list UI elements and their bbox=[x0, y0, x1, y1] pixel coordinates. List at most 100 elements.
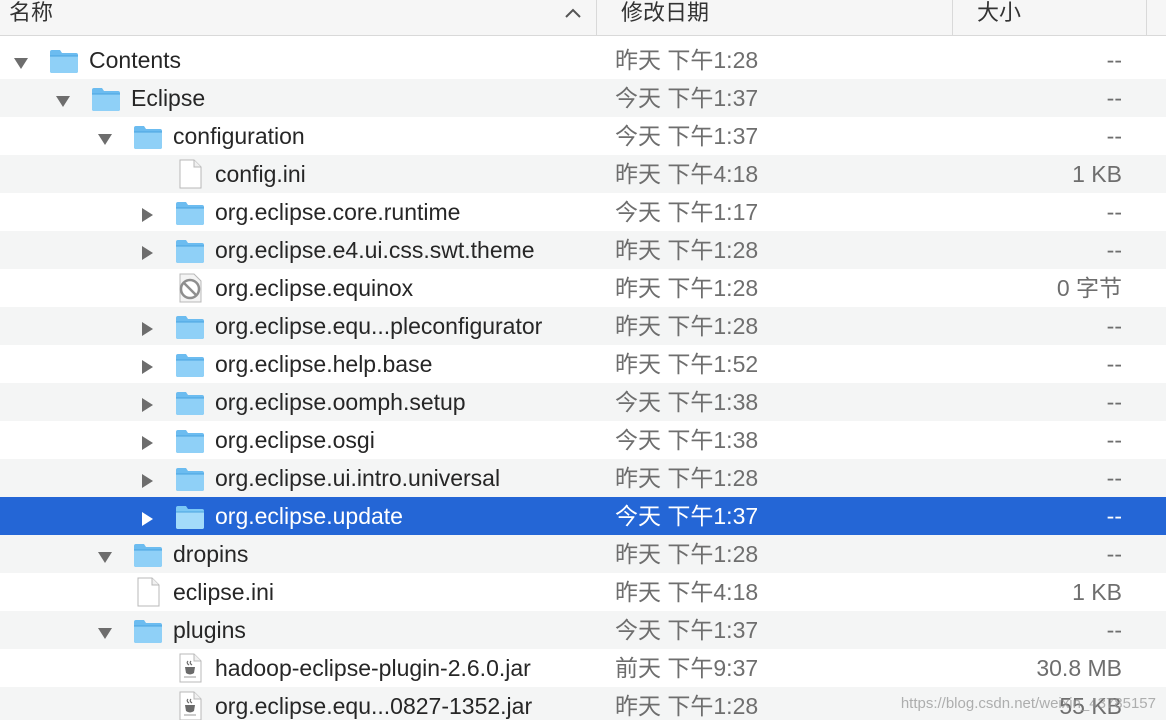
table-row[interactable]: org.eclipse.oomph.setup 今天 下午1:38 -- bbox=[0, 383, 1166, 421]
file-name: org.eclipse.oomph.setup bbox=[215, 389, 466, 415]
file-size: -- bbox=[1106, 465, 1122, 491]
disclosure-triangle-collapsed-icon[interactable] bbox=[138, 507, 156, 526]
table-row[interactable]: org.eclipse.osgi 今天 下午1:38 -- bbox=[0, 421, 1166, 459]
modified-date: 昨天 下午1:28 bbox=[615, 693, 759, 719]
modified-date: 今天 下午1:37 bbox=[615, 617, 759, 643]
file-size: -- bbox=[1106, 313, 1122, 339]
table-row[interactable]: org.eclipse.ui.intro.universal 昨天 下午1:28 -… bbox=[0, 459, 1166, 497]
prohibited-file-icon bbox=[174, 273, 206, 303]
watermark: https://blog.csdn.net/weixin_43785157 bbox=[900, 695, 1156, 712]
column-header-date[interactable]: 修改日期 bbox=[596, 0, 952, 36]
modified-date: 前天 下午9:37 bbox=[615, 655, 759, 681]
file-name: org.eclipse.equ...pleconfigurator bbox=[215, 313, 543, 339]
file-size: -- bbox=[1106, 389, 1122, 415]
table-row[interactable]: dropins 昨天 下午1:28 -- bbox=[0, 535, 1166, 573]
table-row[interactable]: configuration 今天 下午1:37 -- bbox=[0, 117, 1166, 155]
folder-icon bbox=[174, 197, 206, 227]
modified-date: 今天 下午1:38 bbox=[615, 427, 759, 453]
column-header-name-label: 名称 bbox=[9, 0, 54, 25]
disclosure-triangle-collapsed-icon[interactable] bbox=[138, 355, 156, 374]
file-name: hadoop-eclipse-plugin-2.6.0.jar bbox=[215, 655, 531, 681]
folder-icon bbox=[174, 387, 206, 417]
file-name: eclipse.ini bbox=[173, 579, 274, 605]
file-name: Eclipse bbox=[131, 85, 206, 111]
folder-icon bbox=[174, 235, 206, 265]
folder-icon bbox=[174, 501, 206, 531]
modified-date: 昨天 下午1:28 bbox=[615, 237, 759, 263]
folder-icon bbox=[48, 45, 80, 75]
modified-date: 昨天 下午1:28 bbox=[615, 541, 759, 567]
file-size: -- bbox=[1106, 427, 1122, 453]
modified-date: 今天 下午1:17 bbox=[615, 199, 759, 225]
file-size: 0 字节 bbox=[1056, 275, 1122, 301]
folder-icon bbox=[132, 615, 164, 645]
modified-date: 昨天 下午1:28 bbox=[615, 313, 759, 339]
java-jar-icon bbox=[174, 653, 206, 683]
disclosure-triangle-expanded-icon[interactable] bbox=[96, 127, 114, 145]
modified-date: 今天 下午1:37 bbox=[615, 123, 759, 149]
file-name: org.eclipse.osgi bbox=[215, 427, 375, 453]
finder-list-view: 名称 修改日期 大小 Contents 昨天 下午1:28 -- Eclipse 今天 … bbox=[0, 0, 1166, 720]
file-size: -- bbox=[1106, 237, 1122, 263]
disclosure-triangle-collapsed-icon[interactable] bbox=[138, 241, 156, 260]
disclosure-triangle-expanded-icon[interactable] bbox=[96, 621, 114, 639]
modified-date: 今天 下午1:37 bbox=[615, 503, 759, 529]
disclosure-triangle-collapsed-icon[interactable] bbox=[138, 203, 156, 222]
folder-icon bbox=[132, 121, 164, 151]
table-row[interactable]: Eclipse 今天 下午1:37 -- bbox=[0, 79, 1166, 117]
file-name: org.eclipse.e4.ui.css.swt.theme bbox=[215, 237, 535, 263]
file-size: -- bbox=[1106, 541, 1122, 567]
column-header-name[interactable]: 名称 bbox=[0, 0, 596, 36]
column-header-size[interactable]: 大小 bbox=[952, 0, 1146, 36]
file-name: org.eclipse.equ...0827-1352.jar bbox=[215, 693, 533, 719]
table-row[interactable]: config.ini 昨天 下午4:18 1 KB bbox=[0, 155, 1166, 193]
table-row[interactable]: org.eclipse.update 今天 下午1:37 -- bbox=[0, 497, 1166, 535]
table-row[interactable]: eclipse.ini 昨天 下午4:18 1 KB bbox=[0, 573, 1166, 611]
disclosure-triangle-collapsed-icon[interactable] bbox=[138, 317, 156, 336]
disclosure-triangle-expanded-icon[interactable] bbox=[54, 89, 72, 107]
table-row[interactable]: org.eclipse.equinox 昨天 下午1:28 0 字节 bbox=[0, 269, 1166, 307]
file-size: -- bbox=[1106, 199, 1122, 225]
table-row[interactable]: org.eclipse.e4.ui.css.swt.theme 昨天 下午1:28… bbox=[0, 231, 1166, 269]
disclosure-triangle-expanded-icon[interactable] bbox=[96, 545, 114, 563]
folder-icon bbox=[132, 539, 164, 569]
table-row[interactable]: Contents 昨天 下午1:28 -- bbox=[0, 41, 1166, 79]
modified-date: 今天 下午1:37 bbox=[615, 85, 759, 111]
table-row[interactable]: org.eclipse.equ...pleconfigurator 昨天 下午1:… bbox=[0, 307, 1166, 345]
disclosure-triangle-collapsed-icon[interactable] bbox=[138, 469, 156, 488]
file-name: config.ini bbox=[215, 161, 306, 187]
folder-icon bbox=[90, 83, 122, 113]
modified-date: 昨天 下午4:18 bbox=[615, 579, 759, 605]
column-header-spacer bbox=[1146, 0, 1166, 36]
file-name: plugins bbox=[173, 617, 246, 643]
file-name: Contents bbox=[89, 47, 182, 73]
file-name: org.eclipse.core.runtime bbox=[215, 199, 461, 225]
file-name: org.eclipse.update bbox=[215, 503, 403, 529]
disclosure-triangle-collapsed-icon[interactable] bbox=[138, 431, 156, 450]
file-name: org.eclipse.equinox bbox=[215, 275, 414, 301]
modified-date: 昨天 下午1:28 bbox=[615, 275, 759, 301]
disclosure-triangle-expanded-icon[interactable] bbox=[12, 51, 30, 69]
column-header-size-label: 大小 bbox=[977, 0, 1022, 25]
modified-date: 昨天 下午1:52 bbox=[615, 351, 759, 377]
table-row[interactable]: org.eclipse.help.base 昨天 下午1:52 -- bbox=[0, 345, 1166, 383]
document-icon bbox=[174, 159, 206, 189]
table-row[interactable]: plugins 今天 下午1:37 -- bbox=[0, 611, 1166, 649]
file-name: org.eclipse.ui.intro.universal bbox=[215, 465, 501, 491]
modified-date: 昨天 下午4:18 bbox=[615, 161, 759, 187]
table-row[interactable]: hadoop-eclipse-plugin-2.6.0.jar 前天 下午9:37… bbox=[0, 649, 1166, 687]
file-name: configuration bbox=[173, 123, 305, 149]
file-size: 1 KB bbox=[1072, 161, 1122, 187]
folder-icon bbox=[174, 425, 206, 455]
file-size: -- bbox=[1106, 123, 1122, 149]
table-row[interactable]: org.eclipse.core.runtime 今天 下午1:17 -- bbox=[0, 193, 1166, 231]
file-name: org.eclipse.help.base bbox=[215, 351, 433, 377]
file-size: -- bbox=[1106, 351, 1122, 377]
file-size: 1 KB bbox=[1072, 579, 1122, 605]
folder-icon bbox=[174, 349, 206, 379]
modified-date: 昨天 下午1:28 bbox=[615, 465, 759, 491]
file-size: -- bbox=[1106, 85, 1122, 111]
disclosure-triangle-collapsed-icon[interactable] bbox=[138, 393, 156, 412]
column-header-date-label: 修改日期 bbox=[621, 0, 710, 25]
modified-date: 昨天 下午1:28 bbox=[615, 47, 759, 73]
